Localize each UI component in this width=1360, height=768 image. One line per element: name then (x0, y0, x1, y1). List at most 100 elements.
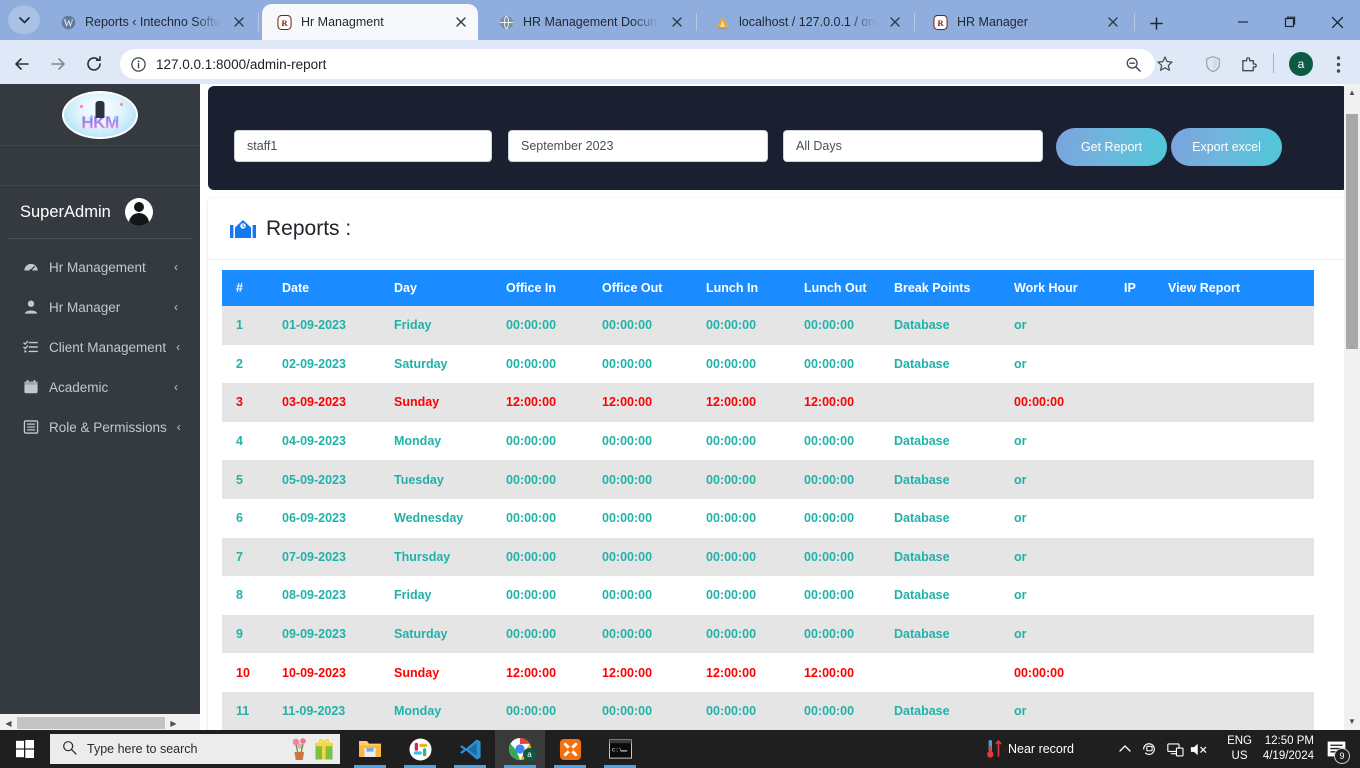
export-excel-button[interactable]: Export excel (1171, 128, 1282, 166)
table-row[interactable]: 11 11-09-2023 Monday 00:00:00 00:00:00 00:00:… (222, 691, 1314, 730)
cell-office-out: 00:00:00 (588, 460, 692, 499)
forward-button[interactable] (44, 50, 72, 78)
table-row[interactable]: 2 02-09-2023 Saturday 00:00:00 00:00:00 00:00… (222, 344, 1314, 384)
scroll-down-arrow-icon[interactable]: ▼ (1344, 713, 1360, 730)
col-view-report[interactable]: View Report (1154, 270, 1314, 306)
zoom-out-icon[interactable] (1118, 49, 1148, 79)
sidebar-item-academic[interactable]: Academic ‹ (0, 371, 200, 403)
notification-count-badge: 9 (1334, 748, 1350, 764)
table-row[interactable]: 7 07-09-2023 Thursday 00:00:00 00:00:00 00:00… (222, 537, 1314, 577)
sidebar-item-client-management[interactable]: Client Management ‹ (0, 331, 200, 363)
col-work-hour[interactable]: Work Hour (1000, 270, 1110, 306)
reports-table-wrap: # Date Day Office In Office Out Lunch In… (208, 260, 1348, 730)
table-row[interactable]: 6 06-09-2023 Wednesday 00:00:00 00:00:00 00:0… (222, 498, 1314, 538)
address-bar[interactable]: 127.0.0.1:8000/admin-report (120, 49, 1155, 79)
page-vertical-scrollbar[interactable]: ▲ ▼ (1344, 84, 1360, 730)
col-date[interactable]: Date (268, 270, 380, 306)
show-hidden-icons-chevron-icon[interactable] (1112, 730, 1138, 768)
close-icon[interactable] (452, 13, 470, 31)
scroll-up-arrow-icon[interactable]: ▲ (1344, 84, 1360, 101)
table-row[interactable]: 8 08-09-2023 Friday 00:00:00 00:00:00 00:00:0… (222, 576, 1314, 615)
taskbar-clock[interactable]: 12:50 PM 4/19/2024 (1263, 730, 1314, 768)
calendar-icon (22, 379, 39, 396)
start-button[interactable] (6, 730, 44, 768)
reload-button[interactable] (80, 50, 108, 78)
close-icon[interactable] (886, 13, 904, 31)
window-close-button[interactable] (1316, 8, 1358, 36)
table-row[interactable]: 9 09-09-2023 Saturday 00:00:00 00:00:00 00:00… (222, 614, 1314, 654)
col-ip[interactable]: IP (1110, 270, 1154, 306)
browser-tab-2-active[interactable]: R Hr Managment (262, 4, 478, 40)
browser-tab-3[interactable]: HR Management Documen (484, 4, 694, 40)
sidebar-user-row[interactable]: SuperAdmin (0, 186, 200, 238)
scrollbar-thumb[interactable] (1346, 114, 1358, 349)
days-select[interactable]: All Days (783, 130, 1043, 162)
taskbar-app-chrome[interactable]: a (495, 730, 545, 768)
window-maximize-button[interactable] (1269, 8, 1311, 36)
table-row[interactable]: 5 05-09-2023 Tuesday 00:00:00 00:00:00 00:00:… (222, 460, 1314, 499)
cell-view-report (1154, 576, 1314, 615)
table-row[interactable]: 10 10-09-2023 Sunday 12:00:00 12:00:00 12:00:… (222, 653, 1314, 692)
tab-search-button[interactable] (8, 6, 40, 34)
close-icon[interactable] (668, 13, 686, 31)
taskbar-app-vscode[interactable] (445, 730, 495, 768)
scroll-right-arrow-icon[interactable]: ▶ (165, 714, 182, 730)
staff-select[interactable]: staff1 (234, 130, 492, 162)
col-lunch-out[interactable]: Lunch Out (790, 270, 880, 306)
brand-logo-area[interactable]: HKM (0, 84, 200, 146)
globe-icon (498, 14, 514, 30)
table-row[interactable]: 3 03-09-2023 Sunday 12:00:00 12:00:00 12:00:0… (222, 383, 1314, 422)
cell-day: Saturday (380, 614, 492, 654)
scroll-left-arrow-icon[interactable]: ◀ (0, 714, 17, 730)
user-icon (22, 299, 39, 316)
taskbar-app-file-explorer[interactable] (345, 730, 395, 768)
shield-icon[interactable] (1199, 50, 1227, 78)
profile-avatar[interactable]: a (1289, 52, 1313, 76)
sidebar-item-hr-management[interactable]: Hr Management ‹ (0, 251, 200, 283)
browser-menu-icon[interactable] (1324, 50, 1352, 78)
language-indicator[interactable]: ENG US (1227, 730, 1252, 768)
taskbar-app-terminal[interactable]: C:\ (595, 730, 645, 768)
col-lunch-in[interactable]: Lunch In (692, 270, 790, 306)
window-minimize-button[interactable] (1222, 8, 1264, 36)
sidebar-item-hr-manager[interactable]: Hr Manager ‹ (0, 291, 200, 323)
svg-text:R: R (281, 17, 288, 27)
onedrive-sync-icon[interactable] (1136, 730, 1162, 768)
bookmark-star-icon[interactable] (1150, 49, 1180, 79)
chevron-left-icon: ‹ (176, 340, 181, 354)
get-report-button[interactable]: Get Report (1056, 128, 1167, 166)
col-office-in[interactable]: Office In (492, 270, 588, 306)
col-office-out[interactable]: Office Out (588, 270, 692, 306)
month-select[interactable]: September 2023 (508, 130, 768, 162)
scrollbar-thumb[interactable] (17, 717, 165, 729)
sidebar-horizontal-scrollbar[interactable]: ◀ ▶ (0, 714, 200, 730)
avatar[interactable] (124, 198, 153, 226)
taskbar-search-input[interactable]: Type here to search (50, 734, 340, 764)
close-icon[interactable] (230, 13, 248, 31)
new-tab-button[interactable] (1143, 10, 1169, 36)
taskbar-app-slack[interactable] (395, 730, 445, 768)
taskbar-weather[interactable]: Near record (982, 730, 1074, 768)
table-row[interactable]: 4 04-09-2023 Monday 00:00:00 00:00:00 00:00:0… (222, 421, 1314, 461)
chevron-left-icon: ‹ (174, 380, 178, 394)
col-day[interactable]: Day (380, 270, 492, 306)
volume-muted-icon[interactable] (1186, 730, 1212, 768)
taskbar-app-xampp[interactable] (545, 730, 595, 768)
flowers-icon (292, 738, 306, 760)
close-icon[interactable] (1104, 13, 1122, 31)
extensions-puzzle-icon[interactable] (1235, 50, 1263, 78)
browser-tab-5[interactable]: R HR Manager (918, 4, 1130, 40)
table-row[interactable]: 1 01-09-2023 Friday 00:00:00 00:00:00 00:00:0… (222, 306, 1314, 345)
notification-center-button[interactable]: 9 (1316, 730, 1356, 768)
sidebar-item-role-permissions[interactable]: Role & Permissions ‹ (0, 411, 200, 443)
cell-lunch-out: 12:00:00 (790, 383, 880, 422)
sidebar-item-label: Academic (49, 379, 109, 395)
col-break-points[interactable]: Break Points (880, 270, 1000, 306)
cell-date: 03-09-2023 (268, 383, 380, 422)
site-info-icon[interactable] (128, 54, 148, 74)
col-number[interactable]: # (222, 270, 268, 306)
browser-tab-4[interactable]: PMA localhost / 127.0.0.1 / online (700, 4, 912, 40)
browser-tab-1[interactable]: W Reports ‹ Intechno Software (46, 4, 256, 40)
network-icon[interactable] (1162, 730, 1188, 768)
back-button[interactable] (8, 50, 36, 78)
